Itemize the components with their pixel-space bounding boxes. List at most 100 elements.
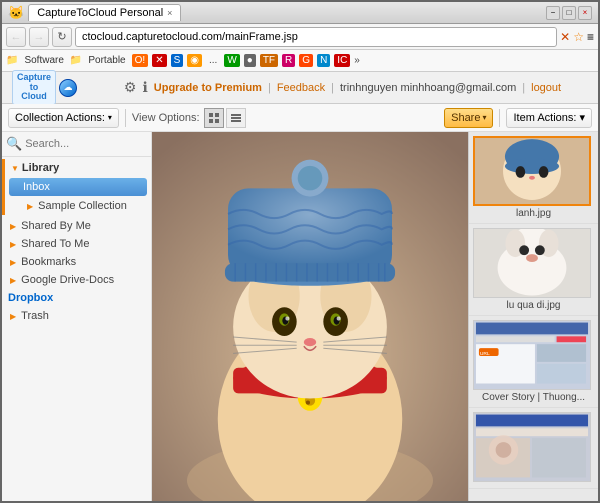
view-list-btn[interactable] bbox=[226, 108, 246, 128]
share-label: Share bbox=[451, 112, 480, 124]
svg-text:URL: URL bbox=[480, 351, 490, 357]
ext-n-icon[interactable]: N bbox=[317, 54, 330, 67]
dropbox-label: Dropbox bbox=[8, 292, 53, 304]
inbox-label: Inbox bbox=[23, 181, 50, 193]
thumb-label-3: Cover Story | Thuong... bbox=[473, 392, 594, 403]
ext-r-icon[interactable]: R bbox=[282, 54, 295, 67]
list-icon bbox=[230, 112, 242, 124]
logo-cloud-icon: ☁ bbox=[59, 79, 77, 97]
thumbnail-item-1[interactable]: lanh.jpg bbox=[469, 132, 598, 224]
collection-actions-arrow: ▾ bbox=[108, 113, 112, 122]
right-panel: lanh.jpg lu qua di.jpg bbox=[468, 132, 598, 501]
ext-chevron-icon[interactable]: » bbox=[354, 55, 360, 66]
shared-to-me-arrow: ▶ bbox=[10, 240, 16, 249]
share-btn[interactable]: Share ▾ bbox=[444, 108, 493, 128]
logo-line1: Capture bbox=[17, 72, 51, 82]
sidebar-item-bookmarks[interactable]: ▶ Bookmarks bbox=[2, 253, 151, 271]
sidebar-item-shared-to-me[interactable]: ▶ Shared To Me bbox=[2, 235, 151, 253]
browser-icon: 🐱 bbox=[8, 5, 24, 21]
tab-close-btn[interactable]: × bbox=[167, 8, 172, 18]
refresh-btn[interactable]: ↻ bbox=[52, 27, 72, 47]
minimize-btn[interactable]: − bbox=[546, 6, 560, 20]
menu-icon[interactable]: ≡ bbox=[587, 30, 594, 44]
trash-arrow: ▶ bbox=[10, 312, 16, 321]
sidebar-item-trash[interactable]: ▶ Trash bbox=[2, 307, 151, 325]
upgrade-btn[interactable]: Upgrade to Premium bbox=[154, 82, 262, 94]
thumb-web2-image bbox=[474, 412, 590, 482]
share-arrow: ▾ bbox=[482, 113, 486, 122]
window-controls: − □ × bbox=[546, 6, 592, 20]
collection-actions-btn[interactable]: Collection Actions: ▾ bbox=[8, 108, 119, 128]
stop-icon[interactable]: ✕ bbox=[560, 30, 570, 44]
info-icon[interactable]: ℹ bbox=[142, 79, 147, 96]
forward-btn[interactable]: → bbox=[29, 27, 49, 47]
toolbar: Collection Actions: ▾ View Options: bbox=[2, 104, 598, 132]
app-logo: Capture to Cloud ☁ bbox=[12, 70, 77, 106]
logout-link[interactable]: logout bbox=[531, 82, 561, 94]
bookmarks-label: Bookmarks bbox=[21, 256, 76, 268]
maximize-btn[interactable]: □ bbox=[562, 6, 576, 20]
folder2-icon: 📁 bbox=[70, 55, 82, 66]
library-section: ▼ Library Inbox ▶ Sample Collection bbox=[2, 159, 151, 215]
thumbnail-item-2[interactable]: lu qua di.jpg bbox=[469, 224, 598, 316]
dropbox-section-header[interactable]: Dropbox bbox=[2, 289, 151, 307]
sidebar-item-sample[interactable]: ▶ Sample Collection bbox=[5, 197, 151, 215]
ext-circle-icon[interactable]: ◉ bbox=[187, 54, 202, 67]
grid-icon bbox=[208, 112, 220, 124]
bookmarks-bar: 📁 Software 📁 Portable O! ✕ S ◉ ... W ● T… bbox=[2, 50, 598, 72]
item-actions-arrow: ▾ bbox=[579, 111, 585, 124]
bookmarks-arrow: ▶ bbox=[10, 258, 16, 267]
browser-window: 🐱 CaptureToCloud Personal × − □ × ← → ↻ … bbox=[0, 0, 600, 503]
ext-dark-icon[interactable]: ● bbox=[244, 54, 256, 67]
browser-tab[interactable]: CaptureToCloud Personal × bbox=[28, 4, 181, 21]
shared-by-me-arrow: ▶ bbox=[10, 222, 16, 231]
main-image-area bbox=[152, 132, 468, 501]
sep3: | bbox=[522, 82, 525, 94]
thumb-img-3: URL bbox=[473, 320, 591, 390]
star-icon[interactable]: ☆ bbox=[573, 30, 584, 44]
library-header[interactable]: ▼ Library bbox=[5, 159, 151, 177]
sidebar-item-inbox[interactable]: Inbox bbox=[9, 178, 147, 196]
close-btn[interactable]: × bbox=[578, 6, 592, 20]
back-btn[interactable]: ← bbox=[6, 27, 26, 47]
ext-more-icon[interactable]: ... bbox=[206, 54, 220, 67]
sample-arrow: ▶ bbox=[27, 202, 33, 211]
collection-actions-label: Collection Actions: bbox=[15, 112, 105, 124]
sep2: | bbox=[331, 82, 334, 94]
thumb-web-image: URL bbox=[474, 320, 590, 390]
thumb-label-2: lu qua di.jpg bbox=[473, 300, 594, 311]
url-input[interactable] bbox=[75, 27, 557, 47]
view-icons bbox=[204, 108, 246, 128]
search-icon[interactable]: 🔍 bbox=[6, 136, 22, 152]
view-grid-btn[interactable] bbox=[204, 108, 224, 128]
search-input[interactable] bbox=[25, 138, 152, 150]
sidebar-item-shared-by-me[interactable]: ▶ Shared By Me bbox=[2, 217, 151, 235]
library-label: Library bbox=[22, 162, 59, 174]
sidebar: 🔍 ▼ Library Inbox ▶ Sample Collection bbox=[2, 132, 152, 501]
settings-icon[interactable]: ⚙ bbox=[124, 79, 137, 96]
trash-label: Trash bbox=[21, 310, 49, 322]
ext-x-icon[interactable]: ✕ bbox=[152, 54, 166, 67]
ext-s-icon[interactable]: S bbox=[171, 54, 184, 67]
view-options-label: View Options: bbox=[132, 112, 200, 124]
header-actions: ⚙ ℹ Upgrade to Premium | Feedback | trin… bbox=[97, 79, 588, 96]
google-drive-label: Google Drive-Docs bbox=[21, 274, 114, 286]
thumbnail-item-4[interactable] bbox=[469, 408, 598, 489]
ext-tf-icon[interactable]: TF bbox=[260, 54, 278, 67]
bookmark-portable[interactable]: Portable bbox=[84, 54, 129, 67]
ext-o-icon[interactable]: O! bbox=[132, 54, 149, 67]
bookmark-software[interactable]: Software bbox=[20, 54, 67, 67]
user-email: trinhnguyen minhhoang@gmail.com bbox=[340, 82, 516, 94]
thumb-cat-image bbox=[475, 136, 589, 206]
ext-g-icon[interactable]: G bbox=[299, 54, 313, 67]
ext-w-icon[interactable]: W bbox=[224, 54, 239, 67]
item-actions-btn[interactable]: Item Actions: ▾ bbox=[506, 108, 592, 128]
sidebar-item-google-drive[interactable]: ▶ Google Drive-Docs bbox=[2, 271, 151, 289]
logo-box: Capture to Cloud bbox=[12, 70, 56, 106]
shared-by-me-label: Shared By Me bbox=[21, 220, 91, 232]
main-content: 🔍 ▼ Library Inbox ▶ Sample Collection bbox=[2, 132, 598, 501]
ext-ic-icon[interactable]: IC bbox=[334, 54, 350, 67]
thumbnail-item-3[interactable]: URL Cover Story | Thuong... bbox=[469, 316, 598, 408]
cat-image bbox=[152, 132, 468, 501]
feedback-link[interactable]: Feedback bbox=[277, 82, 325, 94]
